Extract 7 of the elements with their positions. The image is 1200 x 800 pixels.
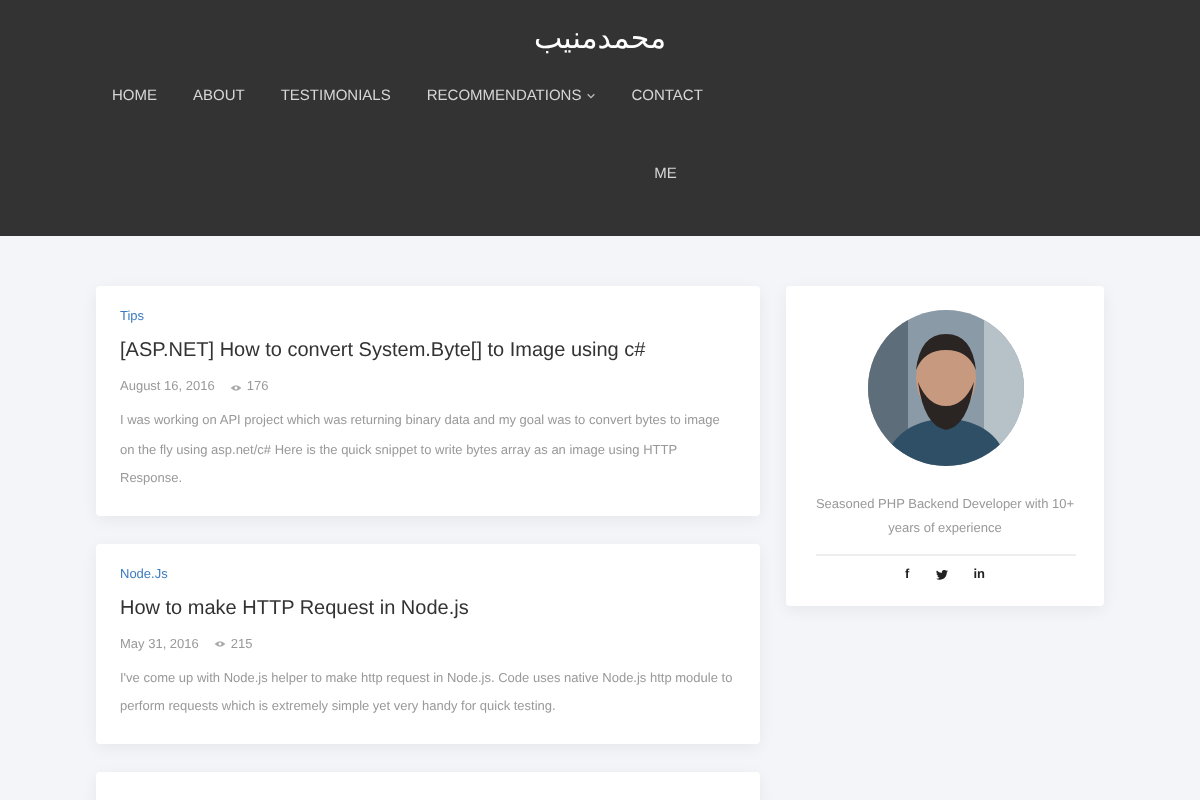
eye-icon (214, 640, 227, 648)
caret-icon (585, 91, 596, 99)
bird-icon[interactable] (935, 570, 948, 580)
post-title[interactable]: How to make HTTP Request in Node.js (120, 597, 736, 619)
eye-icon (230, 383, 243, 391)
site-logo[interactable]: محمدمنیب (533, 20, 667, 56)
post-title[interactable]: [ASP.NET] How to convert System.Byte[] to Image using c# (120, 340, 736, 362)
